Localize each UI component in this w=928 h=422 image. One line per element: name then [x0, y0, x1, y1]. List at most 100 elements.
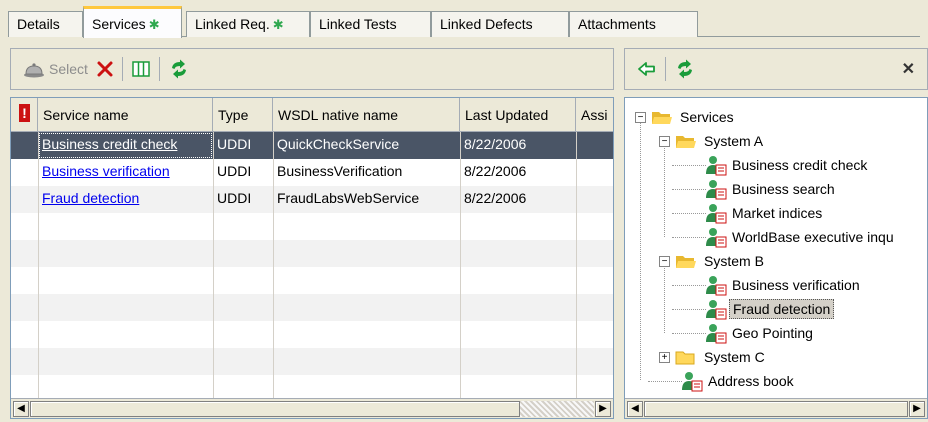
flag-icon: !	[19, 104, 30, 122]
select-label: Select	[49, 61, 88, 77]
tree-node-label: System C	[704, 349, 765, 365]
tree-node-service[interactable]: Geo Pointing	[705, 322, 816, 344]
refresh-button[interactable]	[164, 56, 194, 82]
tab-label: Services	[92, 16, 146, 32]
collapse-toggle[interactable]: −	[635, 112, 646, 123]
tab-linked-tests[interactable]: Linked Tests	[310, 11, 431, 37]
scroll-left-button[interactable]: ◀	[13, 401, 29, 417]
updated-cell: 8/22/2006	[464, 163, 527, 179]
select-bell-icon	[24, 63, 44, 78]
tree-node-label: Fraud detection	[729, 299, 835, 319]
scrollbar-thumb[interactable]	[30, 401, 520, 417]
services-toolbar: Select	[10, 48, 614, 90]
service-name-link[interactable]: Business credit check	[42, 136, 177, 152]
tree-connector	[672, 237, 706, 238]
web-service-icon	[706, 180, 727, 200]
tree-node-service[interactable]: Business verification	[705, 274, 863, 296]
tree-connector	[672, 309, 706, 310]
tree-node-label: System A	[704, 133, 764, 149]
tree-node-service[interactable]: Business credit check	[705, 154, 870, 176]
web-service-icon	[706, 156, 727, 176]
tree-node-system-a[interactable]: System A	[675, 130, 766, 152]
tree-node-service[interactable]: WorldBase executive inqu	[705, 226, 897, 248]
tree-node-services[interactable]: Services	[651, 106, 737, 128]
scroll-right-button[interactable]: ▶	[909, 401, 925, 417]
empty-row	[11, 321, 613, 348]
expand-toggle[interactable]: +	[659, 352, 670, 363]
modified-star-icon: ✱	[148, 17, 160, 32]
tree-horizontal-scrollbar[interactable]: ◀ ▶	[625, 398, 927, 418]
service-name-link[interactable]: Business verification	[42, 163, 170, 179]
select-columns-button[interactable]	[127, 56, 155, 82]
collapse-toggle[interactable]: −	[659, 256, 670, 267]
tab-attachments[interactable]: Attachments	[569, 11, 698, 37]
table-row[interactable]: Business verification UDDI BusinessVerif…	[11, 159, 613, 186]
column-header-service-name[interactable]: Service name	[38, 98, 213, 132]
scrollbar-track[interactable]	[520, 401, 594, 417]
arrow-right-icon: ▶	[599, 403, 607, 414]
tree-node-label: Business credit check	[732, 157, 868, 173]
tree-node-label: Business verification	[732, 277, 860, 293]
toolbar-separator	[158, 57, 160, 81]
wsdl-cell: QuickCheckService	[277, 136, 400, 152]
column-divider	[213, 132, 214, 398]
column-divider	[460, 132, 461, 398]
flag-column-header[interactable]: !	[11, 98, 38, 132]
open-folder-icon	[676, 256, 696, 268]
closed-folder-icon	[675, 351, 695, 365]
column-header-assigned[interactable]: Assi	[576, 98, 613, 132]
tab-label: Linked Tests	[319, 16, 397, 32]
delete-icon	[97, 61, 113, 77]
tree-node-label: WorldBase executive inqu	[732, 229, 894, 245]
services-grid: ! Service name Type WSDL native name Las…	[10, 97, 614, 419]
tree-node-service[interactable]: Address book	[681, 370, 797, 392]
modified-star-icon: ✱	[272, 17, 284, 32]
grid-horizontal-scrollbar[interactable]: ◀ ▶	[11, 398, 613, 418]
tab-services[interactable]: Services ✱	[83, 6, 182, 38]
tree-connector	[672, 285, 706, 286]
table-row[interactable]: Fraud detection UDDI FraudLabsWebService…	[11, 186, 613, 213]
wsdl-cell: BusinessVerification	[277, 163, 403, 179]
tab-label: Attachments	[578, 16, 656, 32]
select-button[interactable]: Select	[19, 56, 92, 82]
tree-connector	[648, 381, 682, 382]
scrollbar-thumb[interactable]	[644, 401, 908, 417]
column-header-last-updated[interactable]: Last Updated	[460, 98, 576, 132]
tab-linked-req[interactable]: Linked Req. ✱	[186, 11, 310, 37]
arrow-left-icon: ◀	[631, 403, 639, 414]
arrow-left-icon: ◀	[17, 403, 25, 414]
columns-icon	[132, 61, 150, 77]
empty-row	[11, 240, 613, 267]
column-header-type[interactable]: Type	[213, 98, 273, 132]
tree-node-service[interactable]: Business search	[705, 178, 838, 200]
remove-service-button[interactable]	[92, 56, 118, 82]
open-folder-icon	[652, 112, 672, 124]
column-header-wsdl-native-name[interactable]: WSDL native name	[273, 98, 460, 132]
tree-connector	[664, 262, 665, 333]
tree-connector	[672, 165, 706, 166]
tree-node-system-b[interactable]: System B	[675, 250, 767, 272]
close-icon: ✕	[901, 61, 915, 78]
updated-cell: 8/22/2006	[464, 136, 527, 152]
tree-node-service-selected[interactable]: Fraud detection	[705, 298, 835, 320]
collapse-toggle[interactable]: −	[659, 136, 670, 147]
tab-label: Details	[17, 16, 60, 32]
tree-node-service[interactable]: Market indices	[705, 202, 825, 224]
close-tree-button[interactable]: ✕	[898, 56, 919, 82]
refresh-tree-button[interactable]	[670, 56, 700, 82]
tree-node-system-c[interactable]: System C	[675, 346, 768, 368]
tree-connector	[672, 333, 706, 334]
scroll-left-button[interactable]: ◀	[627, 401, 643, 417]
updated-cell: 8/22/2006	[464, 190, 527, 206]
web-service-icon	[706, 204, 727, 224]
service-name-link[interactable]: Fraud detection	[42, 190, 139, 206]
scroll-right-button[interactable]: ▶	[595, 401, 611, 417]
tree-node-label: Services	[680, 109, 734, 125]
empty-row	[11, 213, 613, 240]
add-to-test-button[interactable]	[633, 56, 661, 82]
tab-linked-defects[interactable]: Linked Defects	[431, 11, 569, 37]
tab-details[interactable]: Details	[8, 11, 83, 37]
table-row[interactable]: Business credit check UDDI QuickCheckSer…	[11, 132, 613, 159]
grid-rows: Business credit check UDDI QuickCheckSer…	[11, 132, 613, 398]
arrow-right-icon: ▶	[913, 403, 921, 414]
